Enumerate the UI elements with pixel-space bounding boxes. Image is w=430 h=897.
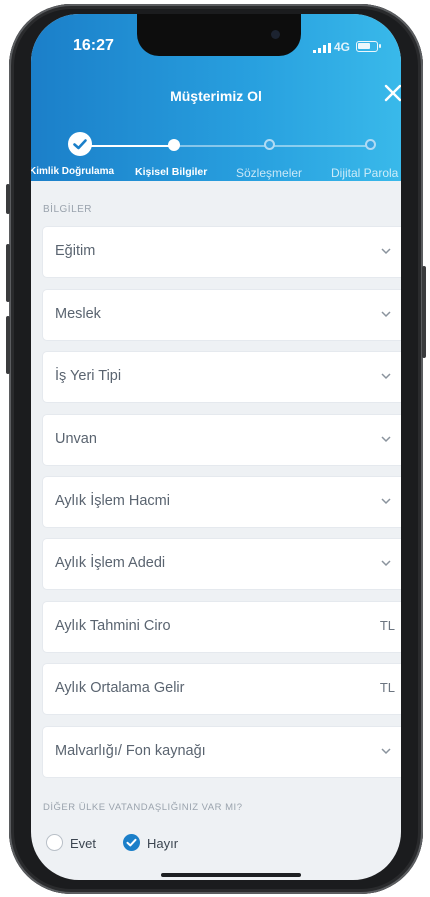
estimated-revenue-input[interactable]: Aylık Tahmini Ciro TL bbox=[43, 602, 401, 652]
battery-icon bbox=[356, 41, 381, 52]
step-kimlik-indicator bbox=[68, 132, 92, 156]
app-screen: 16:27 4G Müşterimiz Ol Kimlik Doğrulama … bbox=[31, 14, 401, 880]
home-indicator bbox=[161, 873, 301, 877]
citizenship-question: DİĞER ÜLKE VATANDAŞLIĞINIZ VAR MI? bbox=[43, 802, 243, 813]
field-label: Eğitim bbox=[55, 243, 96, 259]
field-label: Aylık Ortalama Gelir bbox=[55, 680, 185, 696]
check-icon bbox=[73, 139, 87, 150]
field-label: Malvarlığı/ Fon kaynağı bbox=[55, 743, 206, 759]
camera-icon bbox=[271, 30, 280, 39]
step-connector-done bbox=[80, 145, 174, 147]
signal-icon bbox=[313, 43, 331, 53]
field-label: Unvan bbox=[55, 431, 97, 447]
volume-down-button bbox=[6, 316, 10, 374]
chevron-down-icon bbox=[381, 748, 391, 755]
step-kisisel-indicator bbox=[168, 139, 180, 151]
title-select[interactable]: Unvan bbox=[43, 415, 401, 465]
chevron-down-icon bbox=[381, 248, 391, 255]
section-heading-bilgiler: BİLGİLER bbox=[43, 204, 93, 215]
status-time: 16:27 bbox=[73, 37, 114, 54]
power-button bbox=[422, 266, 426, 358]
fund-source-select[interactable]: Malvarlığı/ Fon kaynağı bbox=[43, 727, 401, 777]
field-label: Aylık Tahmini Ciro bbox=[55, 618, 171, 634]
close-icon[interactable] bbox=[382, 82, 401, 104]
step-label-kimlik: Kimlik Doğrulama bbox=[31, 166, 115, 177]
field-label: Aylık İşlem Hacmi bbox=[55, 493, 170, 509]
currency-suffix: TL bbox=[379, 680, 395, 695]
chevron-down-icon bbox=[381, 436, 391, 443]
page-title: Müşterimiz Ol bbox=[170, 88, 262, 104]
monthly-volume-select[interactable]: Aylık İşlem Hacmi bbox=[43, 477, 401, 527]
field-label: Meslek bbox=[55, 306, 101, 322]
step-sozlesmeler-indicator bbox=[264, 139, 275, 150]
step-parola-indicator bbox=[365, 139, 376, 150]
volume-up-button bbox=[6, 244, 10, 302]
check-icon bbox=[126, 838, 137, 847]
field-label: İş Yeri Tipi bbox=[55, 368, 122, 384]
radio-label-evet: Evet bbox=[70, 836, 97, 851]
chevron-down-icon bbox=[381, 311, 391, 318]
currency-suffix: TL bbox=[379, 618, 395, 633]
header: 16:27 4G Müşterimiz Ol Kimlik Doğrulama … bbox=[31, 14, 401, 181]
chevron-down-icon bbox=[381, 373, 391, 380]
education-select[interactable]: Eğitim bbox=[43, 227, 401, 277]
radio-evet[interactable] bbox=[46, 834, 63, 851]
workplace-type-select[interactable]: İş Yeri Tipi bbox=[43, 352, 401, 402]
notch bbox=[137, 14, 301, 56]
network-label: 4G bbox=[334, 40, 351, 54]
chevron-down-icon bbox=[381, 560, 391, 567]
monthly-count-select[interactable]: Aylık İşlem Adedi bbox=[43, 539, 401, 589]
mute-switch bbox=[6, 184, 10, 214]
step-label-kisisel: Kişisel Bilgiler bbox=[135, 166, 208, 178]
occupation-select[interactable]: Meslek bbox=[43, 290, 401, 340]
chevron-down-icon bbox=[381, 498, 391, 505]
field-label: Aylık İşlem Adedi bbox=[55, 555, 166, 571]
step-label-sozlesmeler: Sözleşmeler bbox=[236, 166, 303, 180]
step-label-parola: Dijital Parola bbox=[331, 166, 399, 180]
radio-hayir[interactable] bbox=[123, 834, 140, 851]
radio-label-hayir: Hayır bbox=[147, 836, 179, 851]
status-bar: 16:27 4G bbox=[31, 14, 401, 64]
average-income-input[interactable]: Aylık Ortalama Gelir TL bbox=[43, 664, 401, 714]
